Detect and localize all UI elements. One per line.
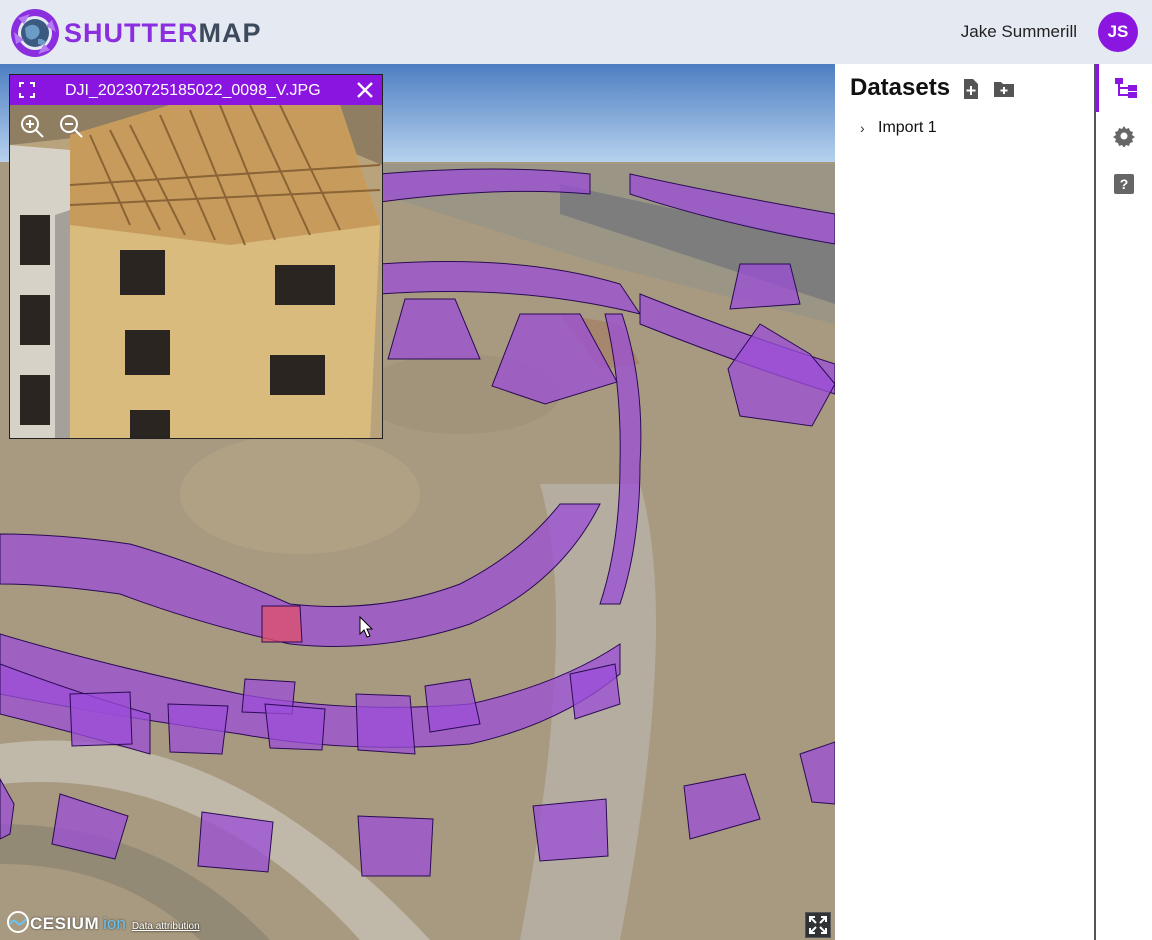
svg-text:?: ? — [1120, 176, 1129, 192]
cesium-logo-icon — [7, 911, 29, 933]
drone-photo — [10, 105, 382, 438]
cesium-brand: CESIUM — [30, 914, 100, 933]
user-name: Jake Summerill — [960, 22, 1077, 41]
map-credits: CESIUM ion Data attribution — [6, 910, 200, 934]
app-logo[interactable]: SHUTTERMAP — [10, 8, 262, 58]
dataset-label: Import 1 — [878, 119, 937, 136]
selected-frustum[interactable] — [261, 605, 303, 643]
rail-settings-button[interactable] — [1096, 112, 1152, 160]
datasets-title: Datasets — [850, 74, 951, 101]
zoom-in-icon — [21, 115, 44, 138]
brand-part-2: MAP — [198, 17, 262, 48]
fullscreen-icon — [809, 916, 827, 934]
tree-icon — [1114, 78, 1137, 98]
close-button[interactable] — [356, 81, 374, 99]
brand-name: SHUTTERMAP — [64, 18, 262, 49]
avatar[interactable]: JS — [1098, 12, 1138, 52]
add-file-button[interactable] — [962, 78, 980, 105]
chevron-right-icon[interactable]: › — [860, 120, 878, 136]
image-preview-header: DJI_20230725185022_0098_V.JPG — [10, 75, 382, 105]
image-filename: DJI_20230725185022_0098_V.JPG — [65, 82, 321, 99]
app-header: SHUTTERMAP Jake Summerill JS — [0, 0, 1152, 64]
brand-part-1: SHUTTER — [64, 17, 199, 48]
side-rail: ? — [1094, 64, 1152, 940]
dataset-item-import-1[interactable]: › Import 1 — [860, 119, 937, 137]
logo-icon — [11, 9, 59, 57]
data-attribution-link[interactable]: Data attribution — [132, 921, 200, 932]
image-preview-panel[interactable]: DJI_20230725185022_0098_V.JPG — [9, 74, 383, 439]
close-icon — [357, 82, 373, 98]
add-file-icon — [964, 79, 978, 99]
zoom-out-icon — [60, 115, 83, 138]
gear-icon — [1113, 126, 1135, 147]
datasets-panel: Datasets › Import 1 — [835, 64, 1094, 940]
expand-button[interactable] — [19, 82, 35, 98]
zoom-out-button[interactable] — [58, 113, 84, 139]
add-folder-icon — [994, 82, 1014, 97]
rail-help-button[interactable]: ? — [1096, 160, 1152, 208]
add-folder-button[interactable] — [993, 80, 1015, 103]
zoom-in-button[interactable] — [19, 113, 45, 139]
help-icon: ? — [1114, 174, 1134, 194]
rail-tree-button[interactable] — [1096, 64, 1152, 112]
expand-icon — [19, 82, 35, 98]
cesium-product: ion — [103, 914, 126, 933]
fullscreen-button[interactable] — [805, 912, 831, 938]
